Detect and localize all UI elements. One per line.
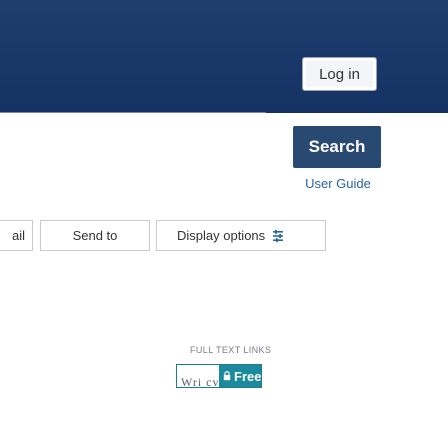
full-text-links-heading: FULL TEXT LINKS — [190, 345, 272, 355]
display-options-label: Display options — [177, 228, 266, 243]
user-guide-link[interactable]: User Guide — [296, 176, 380, 191]
full-text-link-badge[interactable]: Wri cv Free — [176, 364, 262, 388]
display-options-button[interactable]: Display options — [156, 220, 326, 251]
badge-provider-text: Wri cv — [181, 375, 220, 388]
login-label: Log in — [319, 65, 360, 83]
search-button[interactable]: Search — [293, 126, 381, 168]
free-label: Free — [234, 368, 262, 384]
search-input[interactable] — [0, 112, 266, 113]
send-to-label: Send to — [72, 228, 118, 243]
email-button[interactable]: ail — [0, 220, 33, 251]
gear-icon — [271, 229, 285, 243]
lock-icon — [223, 371, 231, 381]
header-banner: Log in — [0, 0, 448, 113]
send-to-button[interactable]: Send to — [40, 220, 150, 251]
search-button-label: Search — [308, 137, 366, 156]
email-label: ail — [11, 228, 25, 243]
free-badge: Free — [219, 365, 262, 387]
login-button[interactable]: Log in — [302, 57, 377, 91]
